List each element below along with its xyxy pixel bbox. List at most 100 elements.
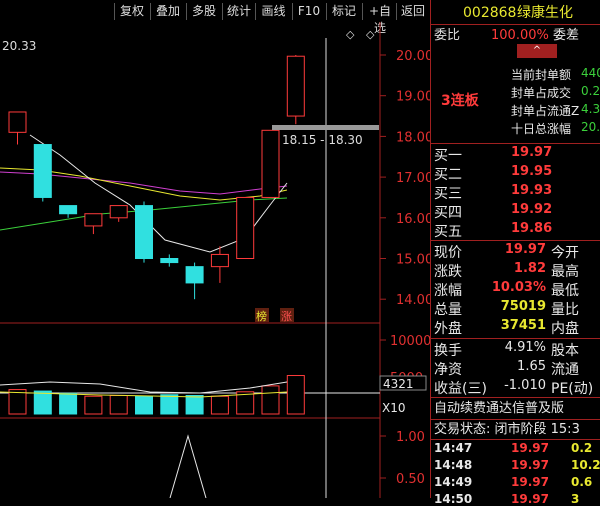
- tick-price: 19.97: [511, 492, 549, 506]
- weibi-label: 委比: [434, 28, 461, 43]
- top-left-value: 20.33: [2, 39, 36, 53]
- stat-label: 现价: [434, 245, 462, 261]
- tick-price: 19.97: [511, 458, 549, 472]
- volume-bar[interactable]: [59, 392, 78, 415]
- candle-body[interactable]: [33, 144, 52, 198]
- seal-value: 4.3: [581, 102, 600, 116]
- volume-bar[interactable]: [210, 395, 229, 415]
- stat-label: 涨幅: [434, 283, 462, 299]
- tick-time: 14:47: [434, 441, 473, 455]
- weicha-label: 委差: [553, 28, 580, 43]
- info-value: 1.65: [517, 359, 546, 374]
- diamond-icon[interactable]: ◇: [346, 28, 355, 41]
- toolbar-button-4[interactable]: 画线: [255, 3, 291, 20]
- candle-body[interactable]: [8, 111, 27, 133]
- toolbar-button-0[interactable]: 复权: [114, 3, 149, 20]
- toolbar-button-2[interactable]: 多股: [186, 3, 221, 20]
- collapse-button[interactable]: ^: [517, 44, 557, 58]
- candle-body[interactable]: [84, 213, 103, 227]
- volume-bar[interactable]: [160, 394, 179, 415]
- info-right-label: PE(动): [551, 381, 594, 397]
- price-range-label: 18.15 - 18.30: [282, 133, 363, 147]
- volume-cursor-label: 4321: [383, 377, 414, 391]
- kline-chart[interactable]: 20.00 19.00 18.00 17.00 16.00 15.00 14.00 20.33…: [0, 22, 430, 498]
- toolbar-button-3[interactable]: 统计: [222, 3, 255, 20]
- candle-body[interactable]: [286, 55, 305, 117]
- info-value: 4.91%: [504, 340, 546, 355]
- seal-value: 20.1: [581, 120, 600, 134]
- tick-volume: 3: [571, 492, 580, 506]
- stat-value: 37451: [500, 318, 546, 333]
- stat-right-label: 量比: [551, 302, 579, 318]
- toolbar-button-8[interactable]: 返回: [396, 3, 429, 20]
- stock-name: 绿康生化: [517, 5, 573, 21]
- volume-bar[interactable]: [135, 395, 153, 415]
- volume-bar[interactable]: [33, 390, 52, 415]
- ad-text[interactable]: 自动续费通达信普及版: [434, 399, 564, 418]
- tick-price: 19.97: [511, 441, 549, 455]
- info-right-label: 流通: [551, 362, 579, 378]
- tag-zhang: 涨: [281, 310, 292, 323]
- seal-label: 十日总涨幅: [511, 122, 572, 136]
- stat-value: 75019: [500, 299, 546, 314]
- indicator-line: [169, 434, 207, 498]
- seal-value: 440: [581, 66, 600, 80]
- bid-price: 19.86: [511, 221, 553, 236]
- bid-price: 19.92: [511, 202, 553, 217]
- tick-volume: 0.2: [571, 441, 593, 455]
- bid-label: 买四: [434, 205, 462, 221]
- volume-bar[interactable]: [261, 385, 280, 415]
- ad-row[interactable]: 自动续费通达信普及版: [431, 399, 600, 418]
- volume-bar[interactable]: [84, 395, 103, 415]
- volume-bar[interactable]: [185, 395, 204, 415]
- indicator-axis-label: 1.00: [396, 430, 425, 445]
- price-axis-label: 19.00: [396, 90, 430, 105]
- candle-body[interactable]: [59, 205, 78, 215]
- bid-label: 买五: [434, 224, 462, 240]
- bid-price: 19.93: [511, 183, 553, 198]
- weibi-row: 委比 100.00% 委差: [431, 26, 600, 45]
- tick-volume: 10.2: [571, 458, 600, 472]
- seal-label: 封单占流通Z: [511, 104, 580, 118]
- bid-price: 19.97: [511, 145, 553, 160]
- candle-body[interactable]: [185, 266, 204, 284]
- price-axis-label: 15.00: [396, 253, 430, 268]
- stat-label: 外盘: [434, 321, 462, 337]
- volume-bar[interactable]: [8, 389, 27, 415]
- stat-right-label: 最高: [551, 264, 579, 280]
- tick-time: 14:49: [434, 475, 473, 489]
- info-right-label: 股本: [551, 343, 579, 359]
- price-axis-label: 16.00: [396, 212, 430, 227]
- diamond-icon[interactable]: ◇: [366, 28, 375, 41]
- stat-right-label: 最低: [551, 283, 579, 299]
- toolbar-button-6[interactable]: 标记: [326, 3, 361, 20]
- bid-label: 买三: [434, 186, 462, 202]
- bid-label: 买一: [434, 148, 462, 164]
- bid-label: 买二: [434, 167, 462, 183]
- volume-bar[interactable]: [286, 375, 305, 415]
- candle-body[interactable]: [109, 205, 128, 219]
- stat-right-label: 今开: [551, 245, 579, 261]
- tick-time: 14:48: [434, 458, 473, 472]
- info-value: -1.010: [504, 378, 546, 393]
- toolbar: 复权 叠加 多股 统计 画线 F10 标记 +自选 返回: [0, 0, 430, 35]
- info-label: 净资: [434, 362, 462, 378]
- candle-body[interactable]: [236, 196, 255, 259]
- info-label: 换手: [434, 343, 462, 359]
- candle-body[interactable]: [160, 258, 179, 264]
- info-label: 收益(三): [434, 381, 487, 397]
- weibi-value: 100.00%: [491, 28, 549, 43]
- candle-body[interactable]: [261, 129, 280, 198]
- volume-bar[interactable]: [109, 395, 128, 415]
- candle-body[interactable]: [210, 253, 229, 268]
- bid-price: 19.95: [511, 164, 553, 179]
- quote-panel: 002868 绿康生化 委比 100.00% 委差 ^ 当前封单额 440 封单占成…: [430, 0, 600, 506]
- toolbar-button-5[interactable]: F10: [292, 3, 325, 20]
- candle-body[interactable]: [135, 205, 153, 259]
- stat-label: 总量: [434, 302, 462, 318]
- toolbar-button-7[interactable]: +自选: [362, 3, 397, 35]
- toolbar-button-1[interactable]: 叠加: [150, 3, 185, 20]
- price-axis-label: 18.00: [396, 130, 430, 145]
- volume-axis-label: 10000: [390, 334, 430, 349]
- stat-value: 10.03%: [491, 280, 546, 295]
